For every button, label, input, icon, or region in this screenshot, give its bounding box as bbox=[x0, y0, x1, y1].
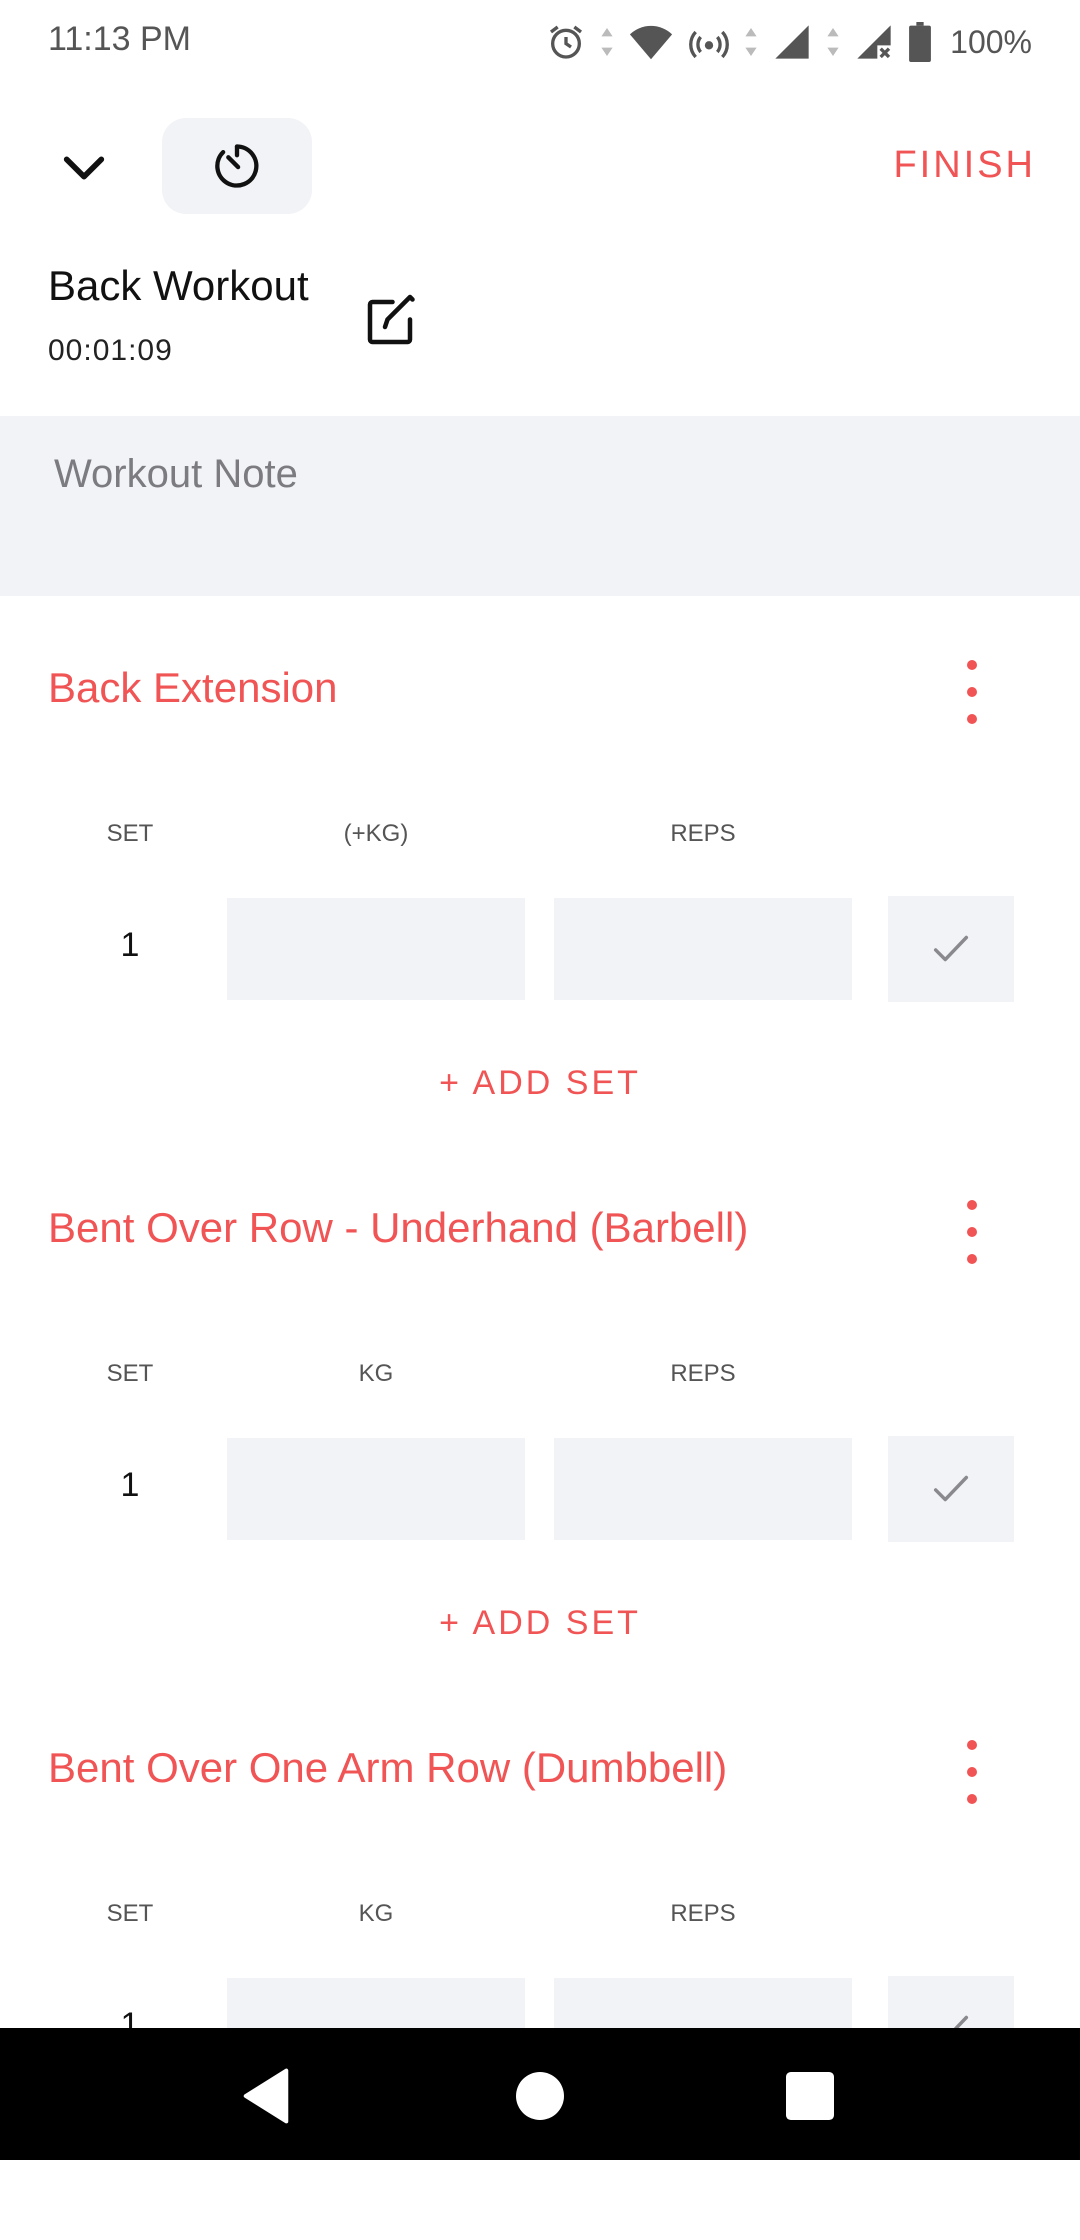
more-vertical-icon bbox=[967, 1200, 977, 1210]
exercise-name[interactable]: Bent Over Row - Underhand (Barbell) bbox=[48, 1204, 748, 1252]
edit-icon bbox=[367, 294, 415, 345]
back-icon bbox=[243, 2068, 289, 2124]
column-header-reps: REPS bbox=[670, 1360, 736, 1387]
status-bar: 11:13 PM 100% bbox=[0, 0, 1080, 84]
column-header-reps: REPS bbox=[670, 820, 736, 847]
status-time: 11:13 PM bbox=[48, 20, 192, 58]
column-header-weight: KG bbox=[358, 1360, 394, 1387]
column-header-weight: (+KG) bbox=[343, 820, 409, 847]
exercise-card: Back Extension SET (+KG) REPS 1 + ADD SE… bbox=[0, 620, 1080, 1160]
exercise-name[interactable]: Bent Over One Arm Row (Dumbbell) bbox=[48, 1744, 727, 1792]
add-set-button[interactable]: + ADD SET bbox=[0, 1064, 1080, 1103]
system-nav-bar bbox=[0, 2028, 1080, 2160]
weight-input[interactable] bbox=[227, 1438, 525, 1540]
workout-title[interactable]: Back Workout bbox=[48, 262, 309, 310]
reps-input[interactable] bbox=[554, 1438, 852, 1540]
battery-percentage: 100% bbox=[950, 23, 1032, 60]
edit-workout-button[interactable] bbox=[360, 292, 420, 352]
set-number: 1 bbox=[120, 1466, 140, 1504]
recents-icon bbox=[786, 2072, 834, 2120]
finish-button[interactable]: FINISH bbox=[893, 144, 1036, 187]
complete-set-button[interactable] bbox=[888, 896, 1014, 1002]
checkmark-icon bbox=[933, 935, 969, 962]
column-header-set: SET bbox=[106, 1360, 154, 1387]
data-arrows-icon bbox=[601, 28, 613, 56]
status-icons: 100% bbox=[546, 18, 1032, 66]
rest-timer-button[interactable] bbox=[162, 118, 312, 214]
more-vertical-icon bbox=[967, 660, 977, 670]
battery-icon bbox=[909, 22, 932, 62]
reps-input[interactable] bbox=[554, 898, 852, 1000]
more-vertical-icon bbox=[967, 1740, 977, 1750]
alarm-icon bbox=[550, 25, 583, 59]
cell-signal-icon bbox=[775, 25, 809, 59]
complete-set-button[interactable] bbox=[888, 1436, 1014, 1542]
workout-duration: 00:01:09 bbox=[48, 334, 173, 367]
exercise-name[interactable]: Back Extension bbox=[48, 664, 338, 712]
nav-recents-button[interactable] bbox=[774, 2060, 846, 2132]
timer-icon bbox=[215, 144, 259, 188]
nav-home-button[interactable] bbox=[504, 2060, 576, 2132]
data-arrows-icon bbox=[827, 28, 839, 56]
weight-input[interactable] bbox=[227, 898, 525, 1000]
workout-note-field[interactable]: Workout Note bbox=[0, 416, 1080, 596]
workout-note-placeholder: Workout Note bbox=[54, 452, 298, 496]
chevron-down-icon bbox=[63, 156, 105, 180]
exercise-menu-button[interactable] bbox=[950, 1740, 994, 1804]
column-header-reps: REPS bbox=[670, 1900, 736, 1927]
wifi-icon bbox=[630, 25, 673, 60]
column-header-set: SET bbox=[106, 820, 154, 847]
cell-signal-no-data-icon bbox=[857, 25, 891, 59]
workout-toolbar: FINISH bbox=[0, 110, 1080, 220]
nav-back-button[interactable] bbox=[230, 2060, 302, 2132]
set-number: 1 bbox=[120, 926, 140, 964]
collapse-button[interactable] bbox=[48, 132, 120, 204]
exercise-menu-button[interactable] bbox=[950, 660, 994, 724]
exercise-menu-button[interactable] bbox=[950, 1200, 994, 1264]
column-header-weight: KG bbox=[358, 1900, 394, 1927]
hotspot-icon bbox=[689, 30, 730, 59]
column-header-set: SET bbox=[106, 1900, 154, 1927]
home-icon bbox=[516, 2072, 564, 2120]
checkmark-icon bbox=[933, 1475, 969, 1502]
exercise-card: Bent Over Row - Underhand (Barbell) SET … bbox=[0, 1160, 1080, 1700]
add-set-button[interactable]: + ADD SET bbox=[0, 1604, 1080, 1643]
data-arrows-icon bbox=[745, 28, 757, 56]
